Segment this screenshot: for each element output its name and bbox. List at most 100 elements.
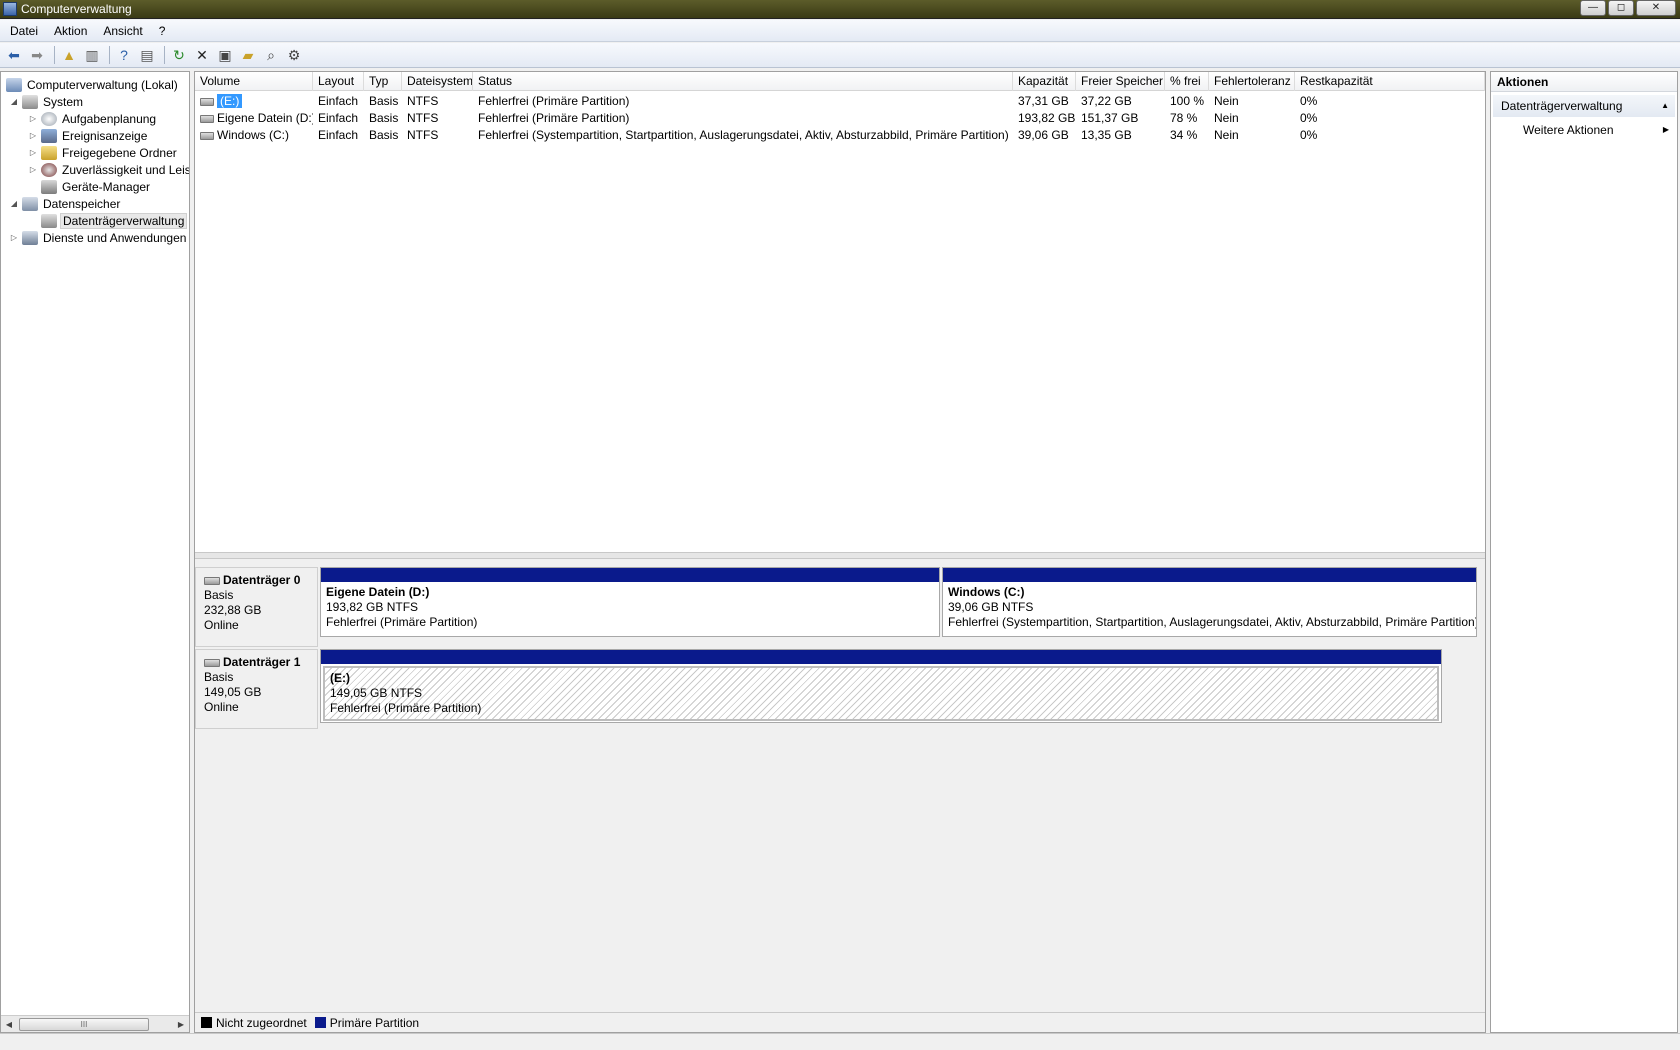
filesystem-cell: NTFS [407,111,439,125]
disk-icon [204,658,220,667]
column-header[interactable]: Layout [313,72,364,91]
tree-label: Computerverwaltung (Lokal) [27,77,178,92]
show-hide-tree-icon[interactable]: ▥ [82,45,102,65]
legend-label: Nicht zugeordnet [216,1015,307,1030]
layout-cell: Einfach [318,111,359,125]
disk-type: Basis [204,670,234,684]
pane-splitter[interactable] [195,552,1485,559]
percent-free-cell: 34 % [1170,128,1198,142]
search-icon[interactable]: ⌕ [261,45,281,65]
more-actions[interactable]: Weitere Aktionen ▶ [1491,120,1677,140]
layout-cell: Einfach [318,128,359,142]
expand-icon[interactable]: ▷ [9,233,19,242]
column-header[interactable]: Freier Speicher [1076,72,1165,91]
settings-icon[interactable]: ⚙ [284,45,304,65]
services-icon [22,230,38,245]
forward-icon[interactable]: ➡ [27,45,47,65]
collapse-icon[interactable]: ◢ [9,199,19,208]
type-cell: Basis [369,111,399,125]
delete-icon[interactable]: ✕ [192,45,212,65]
refresh-icon[interactable]: ↻ [169,45,189,65]
expand-icon[interactable]: ▷ [28,165,38,174]
help-icon[interactable]: ? [114,45,134,65]
type-cell: Basis [369,94,399,108]
minimize-button[interactable]: — [1580,0,1606,16]
menu-aktion[interactable]: Aktion [48,24,93,38]
scroll-left-icon[interactable]: ◀ [1,1020,17,1029]
tree-item-freigegebene-ordner[interactable]: ▷ Freigegebene Ordner [28,144,179,161]
column-header[interactable]: Typ [364,72,402,91]
column-header[interactable]: Dateisystem [402,72,473,91]
close-button[interactable]: ✕ [1636,0,1676,16]
menu-ansicht[interactable]: Ansicht [97,24,148,38]
tree-item-system[interactable]: ◢ System [9,93,85,110]
maximize-button[interactable]: ◻ [1608,0,1634,16]
expand-icon[interactable]: ▷ [28,148,38,157]
partition-d[interactable]: Eigene Datein (D:) 193,82 GB NTFS Fehler… [320,567,940,637]
disk-state: Online [204,618,239,632]
capacity-cell: 193,82 GB [1018,111,1076,125]
table-row[interactable]: Eigene Datein (D:) Einfach Basis NTFS Fe… [195,110,1485,127]
menu-datei[interactable]: Datei [4,24,44,38]
tree-item-root[interactable]: Computerverwaltung (Lokal) [3,76,180,93]
scroll-right-icon[interactable]: ▶ [173,1020,189,1029]
tree-item-zuverlaessigkeit[interactable]: ▷ Zuverlässigkeit und Leis [28,161,189,178]
expand-icon[interactable]: ▷ [28,131,38,140]
tree-label: Freigegebene Ordner [62,145,177,160]
toolbar-separator [109,46,110,64]
disk-management-pane: Volume Layout Typ Dateisystem Status Kap… [194,71,1486,1033]
column-header[interactable]: Fehlertoleranz [1209,72,1295,91]
disk-1-label[interactable]: Datenträger 1 Basis 149,05 GB Online [195,649,318,729]
partition-e[interactable]: (E:) 149,05 GB NTFS Fehlerfrei (Primäre … [320,649,1442,723]
collapse-up-icon[interactable]: ▲ [1661,95,1669,117]
show-hide-actions-icon[interactable]: ▤ [137,45,157,65]
menu-help[interactable]: ? [153,24,172,38]
type-cell: Basis [369,128,399,142]
collapse-icon[interactable]: ◢ [9,97,19,106]
column-header[interactable]: % frei [1165,72,1209,91]
toolbar: ⬅ ➡ ▲ ▥ ? ▤ ↻ ✕ ▣ ▰ ⌕ ⚙ [0,43,1680,68]
fault-tolerance-cell: Nein [1214,94,1239,108]
primary-partition-bar [321,650,1441,664]
tree-item-geraete-manager[interactable]: Geräte-Manager [38,178,152,195]
more-actions-label: Weitere Aktionen [1523,123,1614,137]
table-row[interactable]: (E:) Einfach Basis NTFS Fehlerfrei (Prim… [195,93,1485,110]
properties-icon[interactable]: ▣ [215,45,235,65]
toolbar-separator [54,46,55,64]
status-bar [0,1033,1680,1050]
volume-name: Windows (C:) [217,128,290,142]
clock-icon [41,111,57,126]
partition-name: (E:) [330,671,350,685]
tree-item-dienste[interactable]: ▷ Dienste und Anwendungen [9,229,188,246]
column-header[interactable]: Kapazität [1013,72,1076,91]
volume-name: Eigene Datein (D:) [217,111,313,125]
tree-item-aufgabenplanung[interactable]: ▷ Aufgabenplanung [28,110,158,127]
disk-name-text: Datenträger 1 [223,655,301,669]
capacity-cell: 37,31 GB [1018,94,1069,108]
tree-item-datenspeicher[interactable]: ◢ Datenspeicher [9,195,122,212]
column-header[interactable]: Restkapazität [1295,72,1485,91]
disk-management-icon [41,213,57,228]
open-folder-icon[interactable]: ▰ [238,45,258,65]
tree-item-datentraegerverwaltung[interactable]: Datenträgerverwaltung [38,212,188,229]
tree-horizontal-scrollbar[interactable]: ◀ III ▶ [1,1015,189,1032]
submenu-arrow-icon: ▶ [1662,125,1669,134]
column-header[interactable]: Volume [195,72,313,91]
console-tree: Computerverwaltung (Lokal) ◢ System ▷ Au… [0,71,190,1033]
table-row[interactable]: Windows (C:) Einfach Basis NTFS Fehlerfr… [195,127,1485,144]
layout-cell: Einfach [318,94,359,108]
disk-name: Datenträger 0 [204,573,309,588]
tree-label: Aufgabenplanung [62,111,157,126]
scroll-thumb[interactable]: III [19,1017,149,1031]
computer-icon [6,77,22,92]
disk-0-label[interactable]: Datenträger 0 Basis 232,88 GB Online [195,567,318,647]
actions-section[interactable]: Datenträgerverwaltung ▲ [1493,95,1675,117]
partition-c[interactable]: Windows (C:) 39,06 GB NTFS Fehlerfrei (S… [942,567,1477,637]
status-cell: Fehlerfrei (Primäre Partition) [478,94,630,108]
back-icon[interactable]: ⬅ [4,45,24,65]
column-header[interactable]: Status [473,72,1013,91]
tree-item-ereignisanzeige[interactable]: ▷ Ereignisanzeige [28,127,149,144]
primary-partition-bar [943,568,1476,582]
up-folder-icon[interactable]: ▲ [59,45,79,65]
expand-icon[interactable]: ▷ [28,114,38,123]
